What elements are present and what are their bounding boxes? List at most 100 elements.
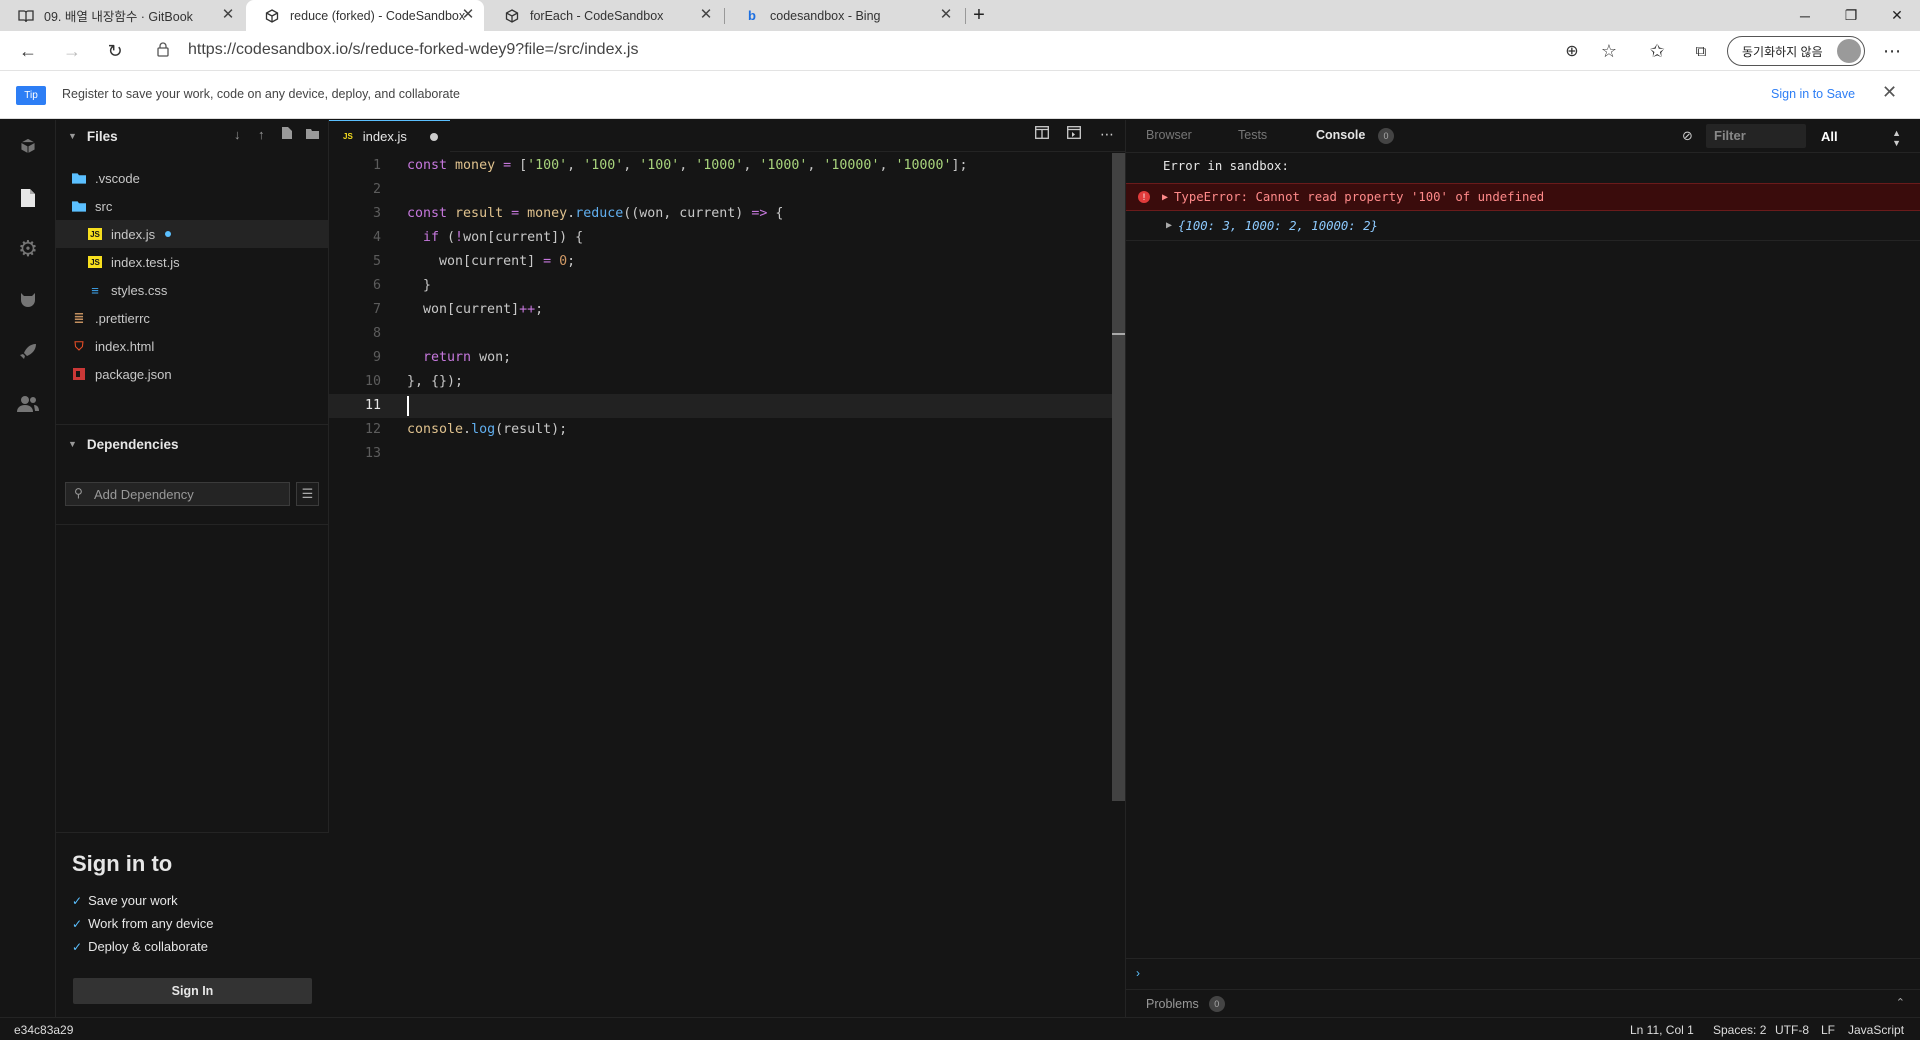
close-window-icon[interactable]: ✕ — [1874, 0, 1920, 31]
browser-tab[interactable]: b codesandbox - Bing ✕ — [726, 0, 962, 31]
file-tree-item[interactable]: src — [56, 192, 329, 220]
text-cursor — [407, 396, 409, 416]
editor-scrollbar[interactable] — [1112, 153, 1125, 801]
line-number: 4 — [372, 230, 381, 245]
github-icon[interactable] — [14, 286, 42, 314]
browser-tab[interactable]: forEach - CodeSandbox ✕ — [486, 0, 722, 31]
upload-icon[interactable]: ↑ — [258, 127, 265, 142]
file-explorer-icon[interactable] — [14, 184, 42, 212]
favorite-star-icon[interactable]: ☆ — [1594, 36, 1624, 66]
file-tree-item-selected[interactable]: JS index.js — [56, 220, 329, 248]
browser-tab-active[interactable]: reduce (forked) - CodeSandbox ✕ — [246, 0, 484, 31]
minimize-icon[interactable]: ─ — [1782, 0, 1828, 31]
refresh-icon[interactable]: ↻ — [100, 36, 130, 66]
forward-arrow-icon[interactable]: → — [57, 36, 87, 66]
console-filter-input[interactable]: Filter — [1706, 124, 1806, 148]
line-endings[interactable]: LF — [1821, 1023, 1835, 1037]
error-icon: ! — [1138, 191, 1150, 203]
code-line: 10}, {}); — [329, 370, 1125, 394]
url-field[interactable]: https://codesandbox.io/s/reduce-forked-w… — [188, 41, 638, 59]
tab-browser[interactable]: Browser — [1146, 128, 1192, 142]
more-options-icon[interactable]: ⋯ — [1100, 126, 1114, 143]
line-number: 3 — [372, 206, 381, 221]
error-text: TypeError: Cannot read property '100' of… — [1174, 190, 1545, 204]
console-error[interactable]: ! ▶ TypeError: Cannot read property '100… — [1126, 183, 1920, 211]
close-icon[interactable]: ✕ — [1882, 82, 1897, 103]
folder-open-icon — [72, 200, 86, 212]
tab-separator — [724, 8, 725, 24]
html-file-icon: ⛉ — [74, 338, 84, 353]
divider — [1126, 958, 1920, 959]
download-icon[interactable]: ↓ — [234, 127, 241, 142]
activity-bar: ⚙ — [0, 120, 56, 1017]
lock-icon — [157, 42, 169, 60]
sign-in-button[interactable]: Sign In — [73, 978, 312, 1004]
add-dependency-input[interactable]: ⚲ Add Dependency — [65, 482, 290, 506]
problems-bar[interactable]: Problems 0 ⌃ — [1126, 989, 1920, 1017]
js-file-icon: JS — [88, 256, 102, 268]
browser-tab[interactable]: 09. 배열 내장함수 · GitBook ✕ — [0, 0, 244, 31]
settings-gear-icon[interactable]: ⚙ — [14, 235, 42, 263]
avatar — [1837, 39, 1861, 63]
line-number: 5 — [372, 254, 381, 269]
indentation[interactable]: Spaces: 2 — [1713, 1023, 1766, 1037]
close-icon[interactable]: ✕ — [460, 7, 476, 23]
code-text: return won; — [423, 350, 512, 365]
editor-tab-bar: JS index.js ⋯ — [329, 120, 1125, 152]
preview-window-icon[interactable] — [1067, 126, 1081, 142]
unsaved-dot[interactable] — [430, 133, 438, 141]
close-icon[interactable]: ✕ — [220, 7, 236, 23]
browser-tab-title: 09. 배열 내장함수 · GitBook — [44, 10, 193, 24]
js-file-icon: JS — [88, 228, 102, 240]
editor-tab-label: index.js — [362, 129, 407, 144]
encoding[interactable]: UTF-8 — [1775, 1023, 1809, 1037]
problems-count-badge: 0 — [1208, 995, 1225, 1012]
file-tree-item[interactable]: package.json — [56, 360, 329, 388]
address-toolbar: ← → ↻ https://codesandbox.io/s/reduce-fo… — [0, 31, 1920, 71]
split-view-icon[interactable] — [1035, 126, 1049, 142]
editor-tab-index-js[interactable]: JS index.js — [329, 120, 450, 152]
sign-in-to-save-link[interactable]: Sign in to Save — [1771, 87, 1855, 101]
check-icon: ✓ — [72, 940, 83, 954]
check-icon: ✓ — [72, 894, 83, 908]
file-tree-item[interactable]: ⛉ index.html — [56, 332, 329, 360]
expand-arrow-icon[interactable]: ▶ — [1162, 192, 1168, 203]
new-tab-icon[interactable]: + — [957, 0, 1001, 31]
back-arrow-icon[interactable]: ← — [13, 36, 43, 66]
chevron-up-icon[interactable]: ⌃ — [1896, 996, 1905, 1009]
collections-icon[interactable]: ⧉ — [1686, 36, 1716, 66]
clear-console-icon[interactable]: ⊘ — [1682, 128, 1693, 144]
dependency-menu-icon[interactable]: ☰ — [296, 482, 319, 506]
console-prompt-icon[interactable]: › — [1136, 966, 1140, 980]
file-tree-item[interactable]: JS index.test.js — [56, 248, 329, 276]
new-file-icon[interactable] — [282, 127, 292, 142]
more-menu-icon[interactable]: ⋯ — [1877, 36, 1907, 66]
deploy-rocket-icon[interactable] — [14, 338, 42, 366]
add-icon[interactable]: ⊕ — [1557, 36, 1587, 66]
sandbox-info-icon[interactable] — [14, 132, 42, 160]
console-message: Error in sandbox: — [1126, 153, 1920, 179]
file-tree-item[interactable]: .vscode — [56, 164, 329, 192]
language-mode[interactable]: JavaScript — [1848, 1023, 1904, 1037]
benefit-text: Save your work — [88, 893, 178, 908]
file-tree-item[interactable]: ≣ .prettierrc — [56, 304, 329, 332]
benefit-item: ✓ Work from any device — [72, 916, 214, 931]
tab-console[interactable]: Console — [1316, 128, 1365, 142]
console-log-object[interactable]: ▶ {100: 3, 1000: 2, 10000: 2} — [1126, 211, 1920, 241]
profile-sync-button[interactable]: 동기화하지 않음 — [1727, 36, 1865, 66]
restore-icon[interactable]: ❐ — [1828, 0, 1874, 31]
tab-tests[interactable]: Tests — [1238, 128, 1267, 142]
line-number: 6 — [372, 278, 381, 293]
cursor-position[interactable]: Ln 11, Col 1 — [1630, 1023, 1694, 1037]
expand-arrow-icon[interactable]: ▶ — [1166, 220, 1172, 231]
close-icon[interactable]: ✕ — [938, 7, 954, 23]
file-tree-item[interactable]: ≡ styles.css — [56, 276, 329, 304]
favorites-list-icon[interactable]: ✩ — [1642, 36, 1672, 66]
new-folder-icon[interactable] — [306, 127, 319, 142]
close-icon[interactable]: ✕ — [698, 7, 714, 23]
code-line: 8 — [329, 322, 1125, 346]
live-users-icon[interactable] — [14, 390, 42, 418]
log-level-select[interactable]: All ▲ ▼ — [1811, 124, 1911, 148]
file-name: index.js — [111, 226, 156, 242]
dependencies-section-header[interactable]: ▼ Dependencies — [56, 428, 329, 460]
